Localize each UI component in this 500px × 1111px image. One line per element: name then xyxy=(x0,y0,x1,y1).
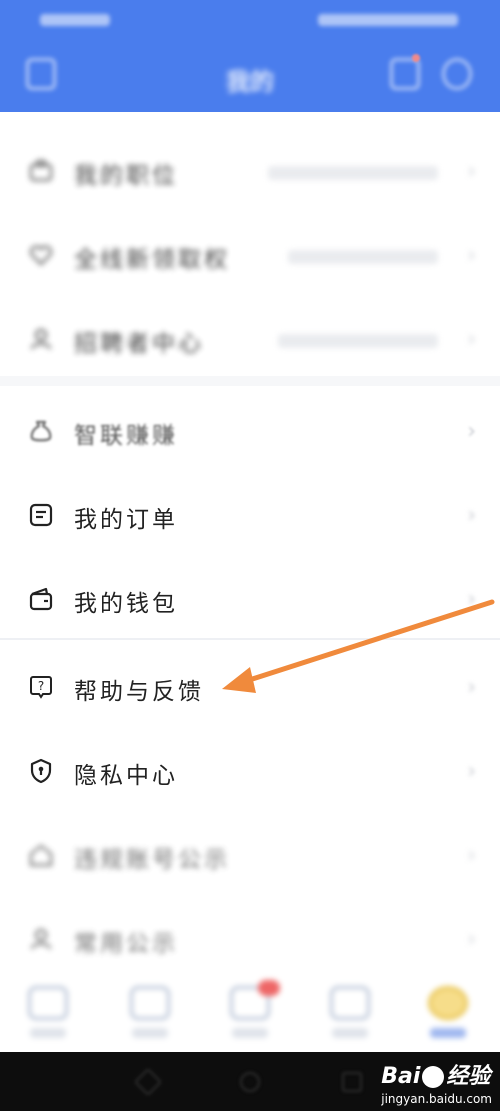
tab-label xyxy=(132,1028,168,1038)
tab-label xyxy=(430,1028,466,1038)
paw-icon xyxy=(422,1066,445,1088)
chevron-right-icon: › xyxy=(467,327,476,352)
svg-text:?: ? xyxy=(38,679,44,693)
watermark-url: jingyan.baidu.com xyxy=(381,1092,492,1106)
menu-item-label: 智联赚赚 xyxy=(74,423,178,449)
menu-item-sub xyxy=(288,250,438,264)
order-icon xyxy=(29,503,53,527)
watermark-brand: Bai 经验 xyxy=(381,1064,491,1089)
section-divider xyxy=(0,376,500,386)
settings-icon[interactable] xyxy=(442,58,472,90)
status-bar xyxy=(0,0,500,38)
shield-icon xyxy=(30,758,52,784)
status-signal-icon xyxy=(40,14,110,26)
chevron-right-icon: › xyxy=(467,159,476,184)
menu-item-label: 我的钱包 xyxy=(74,591,178,617)
back-icon[interactable] xyxy=(133,1067,163,1097)
home-icon xyxy=(29,844,53,867)
tab-label xyxy=(232,1028,268,1038)
menu-item-help-feedback[interactable]: ? 帮助与反馈 › xyxy=(0,646,500,730)
menu-item-label: 隐私中心 xyxy=(74,763,178,789)
chevron-right-icon: › xyxy=(467,587,476,612)
tab-profile-avatar[interactable] xyxy=(428,986,468,1020)
notification-dot xyxy=(412,54,420,62)
wallet-icon xyxy=(29,587,53,611)
home-button-icon[interactable] xyxy=(240,1072,260,1092)
help-icon: ? xyxy=(30,676,52,699)
menu-item-label: 我的职位 xyxy=(74,163,178,189)
menu-item-zhilian-earn[interactable]: 智联赚赚 › xyxy=(0,390,500,474)
tab-message-icon[interactable] xyxy=(130,986,170,1020)
heart-icon xyxy=(29,245,53,266)
menu-item-center[interactable]: 招聘者中心 › xyxy=(0,298,500,382)
menu-item-label: 我的订单 xyxy=(74,507,178,533)
menu-item-sub xyxy=(278,334,438,348)
tab-label xyxy=(30,1028,66,1038)
menu-item-new-feature[interactable]: 全线新领取权 › xyxy=(0,214,500,298)
money-bag-icon xyxy=(30,420,52,442)
chevron-right-icon: › xyxy=(467,675,476,700)
menu-item-my-orders[interactable]: 我的订单 › xyxy=(0,474,500,558)
baidu-watermark: Bai 经验 jingyan.baidu.com xyxy=(381,1058,492,1106)
recents-icon[interactable] xyxy=(342,1072,362,1092)
menu-item-announcement[interactable]: 常用公示 › xyxy=(0,898,500,982)
chevron-right-icon: › xyxy=(467,927,476,952)
menu-item-label: 招聘者中心 xyxy=(74,331,204,357)
bottom-tab-bar xyxy=(0,972,500,1052)
tab-resume-icon[interactable] xyxy=(330,986,370,1020)
chevron-right-icon: › xyxy=(467,759,476,784)
chevron-right-icon: › xyxy=(467,419,476,444)
menu-item-label: 帮助与反馈 xyxy=(74,679,204,705)
tab-home-icon[interactable] xyxy=(28,986,68,1020)
chevron-right-icon: › xyxy=(467,243,476,268)
message-icon[interactable] xyxy=(390,58,420,90)
chevron-right-icon: › xyxy=(467,843,476,868)
menu-item-label: 常用公示 xyxy=(74,931,178,957)
menu-item-my-wallet[interactable]: 我的钱包 › xyxy=(0,558,500,642)
status-battery-icon xyxy=(318,14,458,26)
page-title: 我的 xyxy=(226,68,274,96)
menu-item-my-position[interactable]: 我的职位 › xyxy=(0,130,500,214)
menu-item-privacy-center[interactable]: 隐私中心 › xyxy=(0,730,500,814)
app-bar: 我的 xyxy=(0,38,500,112)
menu-item-label: 全线新领取权 xyxy=(74,247,230,273)
section-divider xyxy=(0,638,500,640)
menu-item-label: 违规账号公示 xyxy=(74,847,230,873)
briefcase-icon xyxy=(29,159,53,182)
menu-item-sub xyxy=(268,166,438,180)
menu-item-violation[interactable]: 违规账号公示 › xyxy=(0,814,500,898)
tab-badge xyxy=(258,980,280,996)
user-icon xyxy=(30,928,52,950)
chevron-right-icon: › xyxy=(467,503,476,528)
tab-label xyxy=(332,1028,368,1038)
person-icon xyxy=(30,328,52,350)
